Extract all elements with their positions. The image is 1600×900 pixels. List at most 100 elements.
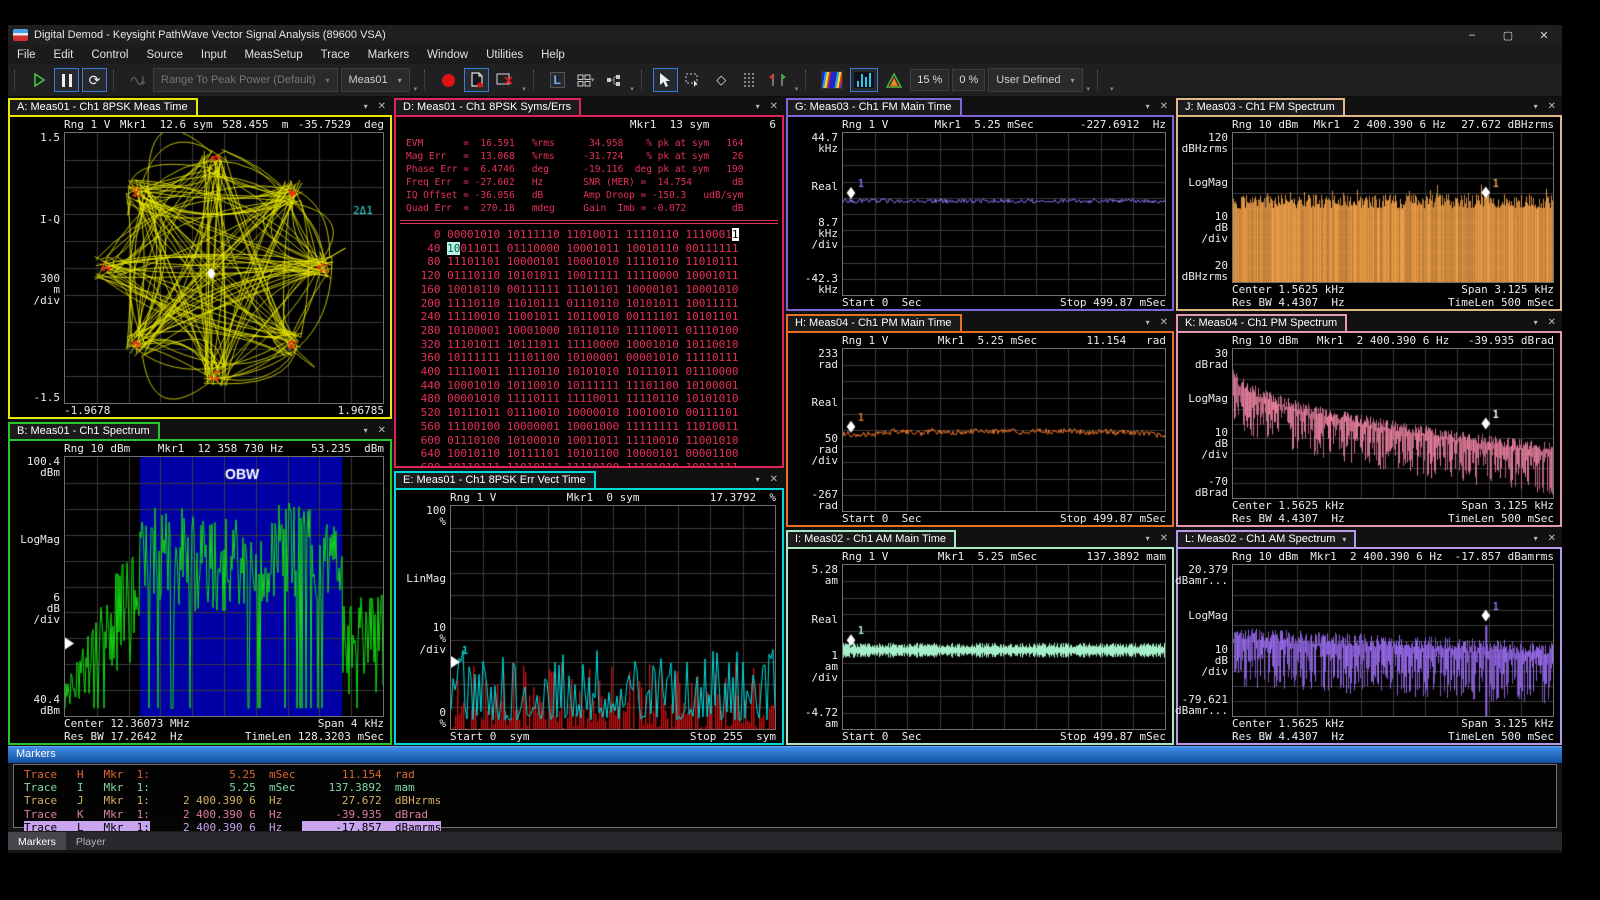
panel-B-trace-canvas[interactable]: [65, 457, 383, 716]
pause-button[interactable]: [54, 68, 79, 92]
panel-close-icon[interactable]: ✕: [1548, 533, 1556, 544]
band-lines-button[interactable]: [737, 68, 762, 92]
overflow-caret-icon[interactable]: ▾: [522, 85, 526, 93]
menu-source[interactable]: Source: [137, 47, 191, 63]
panel-I-title[interactable]: I: Meas02 - Ch1 AM Main Time: [786, 530, 956, 549]
restart-button[interactable]: ⟳: [82, 68, 107, 92]
menu-help[interactable]: Help: [532, 47, 574, 63]
display-disable-button[interactable]: [492, 68, 518, 92]
overlap-value[interactable]: 15 %: [910, 69, 949, 91]
overflow-caret-icon[interactable]: ▾: [1110, 85, 1114, 93]
panel-G-plot-area[interactable]: [842, 132, 1166, 296]
panel-L-trace-canvas[interactable]: [1233, 565, 1553, 716]
minimize-button[interactable]: –: [1454, 25, 1490, 45]
panel-menu-icon[interactable]: ▾: [364, 102, 368, 111]
panel-G-title[interactable]: G: Meas03 - Ch1 FM Main Time: [786, 98, 962, 117]
panel-L-plot-area[interactable]: [1232, 564, 1554, 717]
tab-player[interactable]: Player: [66, 832, 116, 850]
panel-J-plot-area[interactable]: [1232, 132, 1554, 283]
meas-dropdown[interactable]: Meas01▾: [341, 68, 410, 92]
menu-trace[interactable]: Trace: [312, 47, 359, 63]
layout-grid-button[interactable]: ▾: [573, 68, 599, 92]
panel-menu-icon[interactable]: ▾: [364, 426, 368, 435]
panel-K-title[interactable]: K: Meas04 - Ch1 PM Spectrum: [1176, 314, 1347, 333]
stack-layout-button[interactable]: [601, 68, 626, 92]
panel-J-trace-canvas[interactable]: [1233, 133, 1553, 282]
marker-table-row[interactable]: Trace K Mkr 1: 2 400.390 6 Hz -39.935 dB…: [24, 808, 428, 821]
overflow-caret-icon[interactable]: ▾: [630, 85, 634, 93]
range-dropdown[interactable]: Range To Peak Power (Default)▾: [153, 68, 338, 92]
copy-screen-button[interactable]: [464, 68, 489, 92]
panel-K-plot-area[interactable]: [1232, 348, 1554, 499]
symbol-table[interactable]: 0 00001010 10111110 11010011 11110110 11…: [396, 228, 782, 466]
panel-close-icon[interactable]: ✕: [378, 101, 386, 112]
panel-J-title[interactable]: J: Meas03 - Ch1 FM Spectrum: [1176, 98, 1345, 117]
panel-A-plot-area[interactable]: [64, 132, 384, 404]
panel-A-title[interactable]: A: Meas01 - Ch1 8PSK Meas Time: [8, 98, 198, 117]
panel-D-title[interactable]: D: Meas01 - Ch1 8PSK Syms/Errs: [394, 98, 581, 117]
panel-menu-icon[interactable]: ▾: [756, 102, 760, 111]
panel-menu-icon[interactable]: ▾: [1146, 102, 1150, 111]
menu-file[interactable]: File: [8, 47, 45, 63]
marker-table-row[interactable]: Trace H Mkr 1: 5.25 mSec 11.154 rad: [24, 768, 415, 781]
menu-utilities[interactable]: Utilities: [477, 47, 532, 63]
range-icon[interactable]: [125, 68, 150, 92]
panel-K-trace-canvas[interactable]: [1233, 349, 1553, 498]
panel-close-icon[interactable]: ✕: [770, 101, 778, 112]
panel-close-icon[interactable]: ✕: [770, 474, 778, 485]
panel-menu-icon[interactable]: ▾: [1146, 318, 1150, 327]
spectrogram-button[interactable]: [817, 68, 847, 92]
pointer-tool-button[interactable]: [653, 68, 678, 92]
panel-E-title[interactable]: E: Meas01 - Ch1 8PSK Err Vect Time: [394, 471, 596, 490]
panel-E-plot-area[interactable]: [450, 505, 776, 730]
markers-panel-title[interactable]: Markers: [8, 746, 1562, 763]
play-button[interactable]: [26, 68, 51, 92]
panel-close-icon[interactable]: ✕: [1548, 101, 1556, 112]
menu-window[interactable]: Window: [418, 47, 477, 63]
panel-L-title[interactable]: L: Meas02 - Ch1 AM Spectrum▾: [1176, 530, 1356, 549]
title-bar[interactable]: Digital Demod - Keysight PathWave Vector…: [8, 25, 1562, 45]
panel-H-trace-canvas[interactable]: [843, 349, 1165, 511]
panel-H-title[interactable]: H: Meas04 - Ch1 PM Main Time: [786, 314, 962, 333]
tab-markers[interactable]: Markers: [8, 832, 66, 850]
panel-B-title[interactable]: B: Meas01 - Ch1 Spectrum: [8, 422, 160, 441]
overflow-caret-icon[interactable]: ▾: [1087, 85, 1091, 93]
marker-table-row[interactable]: Trace J Mkr 1: 2 400.390 6 Hz 27.672 dBH…: [24, 794, 441, 807]
panel-close-icon[interactable]: ✕: [1160, 317, 1168, 328]
marker-tool-button[interactable]: ◇: [709, 68, 734, 92]
preset-dropdown[interactable]: User Defined▾: [988, 68, 1082, 92]
panel-I-trace-canvas[interactable]: [843, 565, 1165, 729]
waterfall-button[interactable]: [881, 68, 907, 92]
panel-I-plot-area[interactable]: [842, 564, 1166, 730]
panel-close-icon[interactable]: ✕: [378, 425, 386, 436]
menu-markers[interactable]: Markers: [359, 47, 419, 63]
panel-menu-icon[interactable]: ▾: [1534, 102, 1538, 111]
panel-close-icon[interactable]: ✕: [1160, 533, 1168, 544]
panel-menu-icon[interactable]: ▾: [1146, 534, 1150, 543]
panel-H-plot-area[interactable]: [842, 348, 1166, 512]
maximize-button[interactable]: ▢: [1490, 25, 1526, 45]
chevron-down-icon[interactable]: ▾: [1342, 535, 1346, 544]
panel-menu-icon[interactable]: ▾: [1534, 318, 1538, 327]
zoom-select-button[interactable]: [681, 68, 706, 92]
panel-A-trace-canvas[interactable]: [65, 133, 383, 403]
record-button[interactable]: [436, 68, 461, 92]
menu-input[interactable]: Input: [192, 47, 236, 63]
overlap2-value[interactable]: 0 %: [952, 69, 985, 91]
panel-B-plot-area[interactable]: [64, 456, 384, 717]
panel-menu-icon[interactable]: ▾: [756, 475, 760, 484]
panel-close-icon[interactable]: ✕: [1548, 317, 1556, 328]
close-button[interactable]: ✕: [1526, 25, 1562, 45]
panel-E-trace-canvas[interactable]: [451, 506, 775, 729]
menu-meassetup[interactable]: MeasSetup: [235, 47, 311, 63]
spectrum-button[interactable]: [850, 68, 878, 92]
overflow-caret-icon[interactable]: ▾: [414, 85, 418, 93]
marker-table-row[interactable]: Trace I Mkr 1: 5.25 mSec 137.3892 mam: [24, 781, 415, 794]
panel-close-icon[interactable]: ✕: [1160, 101, 1168, 112]
panel-menu-icon[interactable]: ▾: [1534, 534, 1538, 543]
panel-G-trace-canvas[interactable]: [843, 133, 1165, 295]
overflow-caret-icon[interactable]: ▾: [795, 85, 799, 93]
band-markers-button[interactable]: [765, 68, 791, 92]
menu-control[interactable]: Control: [82, 47, 137, 63]
layout-single-button[interactable]: L: [545, 68, 570, 92]
